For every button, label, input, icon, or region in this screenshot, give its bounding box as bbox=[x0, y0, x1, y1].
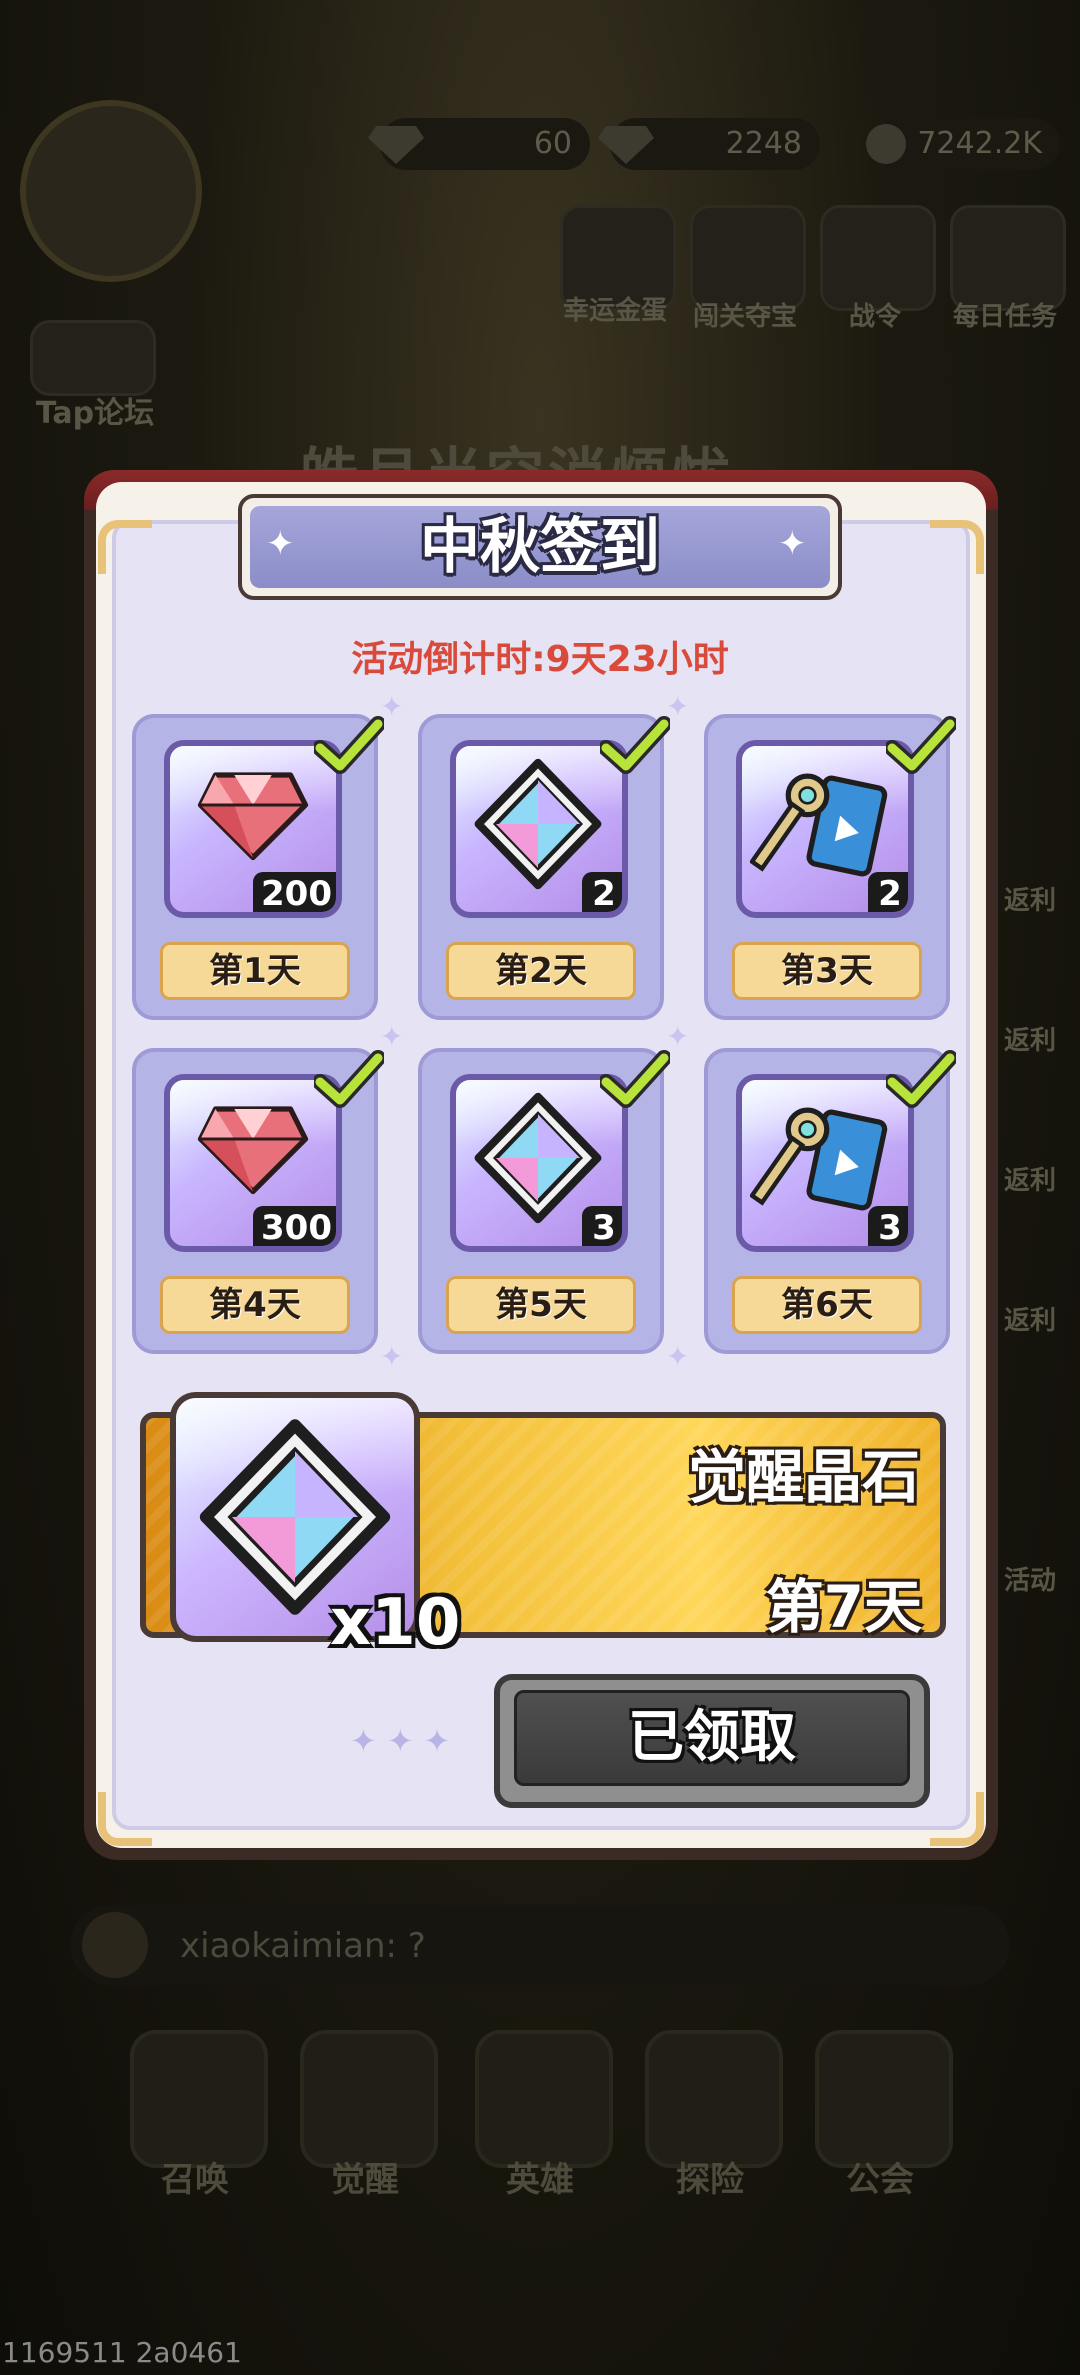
gem-icon bbox=[197, 1106, 309, 1195]
rebate-label-3: 返利 bbox=[1003, 1166, 1056, 1196]
corner-ornament bbox=[98, 520, 152, 574]
reward-qty: 3 bbox=[582, 1206, 622, 1246]
activity-label: 活动 bbox=[1003, 1566, 1056, 1596]
check-icon bbox=[886, 716, 956, 774]
level-treasure-label: 闯关夺宝 bbox=[692, 302, 797, 332]
reward-qty: 2 bbox=[582, 872, 622, 912]
rebate-label-2: 返利 bbox=[1003, 1026, 1056, 1056]
forum-icon[interactable] bbox=[30, 320, 156, 396]
sparkle-icon: ✦ bbox=[666, 1340, 690, 1373]
resource-diamond-2: 2248 bbox=[598, 118, 820, 170]
day-label: 第1天 bbox=[160, 942, 350, 1000]
battle-pass-label: 战令 bbox=[848, 302, 901, 332]
resource-value: 7242.2K bbox=[917, 126, 1042, 161]
day7-label: 第7天 bbox=[765, 1573, 922, 1641]
diamond-icon bbox=[598, 126, 654, 164]
reward-qty: 300 bbox=[253, 1206, 336, 1246]
day-label: 第6天 bbox=[732, 1276, 922, 1334]
event-countdown: 活动倒计时:9天23小时 bbox=[351, 639, 729, 680]
awaken-nav-label: 觉醒 bbox=[331, 2160, 399, 2200]
explore-nav-label: 探险 bbox=[676, 2160, 744, 2200]
dialog-title: 中秋签到 bbox=[420, 512, 660, 582]
day-label: 第2天 bbox=[446, 942, 636, 1000]
check-icon bbox=[886, 1050, 956, 1108]
rebate-label-1: 返利 bbox=[1003, 886, 1056, 916]
coin-icon bbox=[866, 124, 906, 164]
day7-reward-name: 觉醒晶石 bbox=[687, 1443, 920, 1511]
day-label: 第3天 bbox=[732, 942, 922, 1000]
resource-value: 2248 bbox=[725, 126, 802, 161]
chat-avatar bbox=[82, 1912, 148, 1978]
forum-label: Tap论坛 bbox=[35, 396, 155, 431]
check-icon bbox=[314, 716, 384, 774]
summon-nav-button[interactable] bbox=[130, 2030, 268, 2168]
corner-ornament bbox=[930, 520, 984, 574]
guild-nav-button[interactable] bbox=[815, 2030, 953, 2168]
player-avatar bbox=[20, 100, 202, 282]
corner-ornament bbox=[930, 1792, 984, 1846]
reward-qty: 2 bbox=[868, 872, 908, 912]
hero-nav-label: 英雄 bbox=[506, 2160, 574, 2200]
explore-nav-button[interactable] bbox=[645, 2030, 783, 2168]
sparkle-icon: ✦ bbox=[380, 1340, 404, 1373]
reward-qty: 200 bbox=[253, 872, 336, 912]
day7-reward-qty: x10 bbox=[330, 1586, 461, 1660]
rebate-label-4: 返利 bbox=[1003, 1306, 1056, 1336]
check-icon bbox=[600, 1050, 670, 1108]
build-id: 1169511 2a0461 bbox=[2, 2336, 242, 2369]
sparkle-icon: ✦ bbox=[666, 1020, 690, 1053]
corner-ornament bbox=[98, 1792, 152, 1846]
resource-diamond-1: 60 bbox=[368, 118, 590, 170]
summon-nav-label: 召唤 bbox=[161, 2160, 229, 2200]
sparkle-icon: ✦ bbox=[380, 1020, 404, 1053]
check-icon bbox=[314, 1050, 384, 1108]
day-label: 第4天 bbox=[160, 1276, 350, 1334]
awaken-nav-button[interactable] bbox=[300, 2030, 438, 2168]
gem-icon bbox=[197, 772, 309, 861]
resource-gold: 7242.2K bbox=[866, 118, 1060, 170]
diamond-icon bbox=[368, 126, 424, 164]
check-icon bbox=[600, 716, 670, 774]
reward-qty: 3 bbox=[868, 1206, 908, 1246]
chat-message: xiaokaimian: ? bbox=[180, 1926, 426, 1966]
lucky-egg-label: 幸运金蛋 bbox=[562, 296, 667, 326]
sparkle-icon: ✦✦✦ bbox=[350, 1722, 461, 1760]
hero-nav-button[interactable] bbox=[475, 2030, 613, 2168]
guild-nav-label: 公会 bbox=[846, 2160, 914, 2200]
daily-task-label: 每日任务 bbox=[952, 302, 1057, 332]
resource-value: 60 bbox=[533, 126, 572, 161]
day-label: 第5天 bbox=[446, 1276, 636, 1334]
claim-button-label: 已领取 bbox=[628, 1705, 796, 1770]
